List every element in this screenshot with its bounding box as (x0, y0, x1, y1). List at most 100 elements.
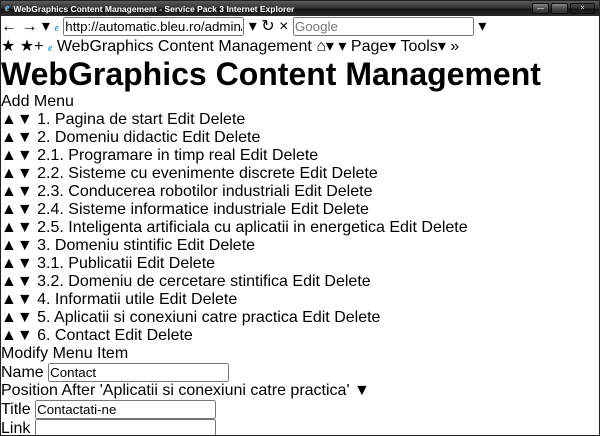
forward-button[interactable]: → (21, 18, 37, 35)
move-down-icon[interactable]: ▼ (17, 147, 33, 164)
edit-link[interactable]: Edit (291, 201, 319, 218)
move-down-icon[interactable]: ▼ (17, 129, 33, 146)
url-input[interactable] (63, 17, 244, 36)
move-down-icon[interactable]: ▼ (17, 111, 33, 128)
active-tab[interactable]: e WebGraphics Content Management (48, 38, 316, 55)
chevron-down-icon[interactable]: ▼ (354, 382, 370, 399)
edit-link[interactable]: Edit (137, 255, 165, 272)
move-down-icon[interactable]: ▼ (17, 273, 33, 290)
move-down-icon[interactable]: ▼ (17, 237, 33, 254)
move-down-icon[interactable]: ▼ (17, 309, 33, 326)
menu-item-link[interactable]: 2.4. Sisteme informatice industriale (37, 201, 286, 218)
name-field[interactable] (48, 363, 229, 382)
tools-menu-label[interactable]: Tools (400, 38, 437, 55)
address-dropdown-button[interactable]: ▾ (249, 18, 257, 35)
position-select[interactable]: After 'Aplicatii si conexiuni catre prac… (61, 382, 369, 399)
edit-link[interactable]: Edit (159, 291, 187, 308)
delete-link[interactable]: Delete (326, 183, 372, 200)
move-up-icon[interactable]: ▲ (1, 327, 17, 344)
tools-dropdown-icon[interactable]: ▾ (438, 38, 446, 55)
menu-item-link[interactable]: 2.2. Sisteme cu evenimente discrete (37, 165, 295, 182)
page-dropdown-icon[interactable]: ▾ (388, 38, 396, 55)
link-field[interactable] (35, 419, 216, 436)
delete-link[interactable]: Delete (147, 327, 193, 344)
favorites-star-icon[interactable]: ★ (1, 38, 15, 55)
close-button[interactable]: × (570, 3, 595, 14)
home-icon[interactable]: ⌂ (316, 38, 326, 55)
refresh-button[interactable]: ↻ (261, 18, 274, 35)
edit-link[interactable]: Edit (177, 237, 205, 254)
minimize-button[interactable]: — (532, 3, 549, 14)
move-up-icon[interactable]: ▲ (1, 273, 17, 290)
menu-item-link[interactable]: 2. Domeniu didactic (37, 129, 178, 146)
move-down-icon[interactable]: ▼ (17, 183, 33, 200)
move-down-icon[interactable]: ▼ (17, 219, 33, 236)
move-up-icon[interactable]: ▲ (1, 201, 17, 218)
move-up-icon[interactable]: ▲ (1, 219, 17, 236)
edit-link[interactable]: Edit (300, 165, 328, 182)
delete-link[interactable]: Delete (199, 111, 245, 128)
menu-item-link[interactable]: 1. Pagina de start (37, 111, 162, 128)
print-dropdown-icon[interactable]: ▾ (338, 38, 346, 55)
delete-link[interactable]: Delete (323, 201, 369, 218)
address-field[interactable]: e (54, 18, 248, 35)
move-up-icon[interactable]: ▲ (1, 291, 17, 308)
page-title[interactable]: WebGraphics Content Management (1, 56, 599, 93)
delete-link[interactable]: Delete (191, 291, 237, 308)
menu-item-link[interactable]: 6. Contact (37, 327, 110, 344)
search-input[interactable] (293, 17, 474, 36)
menu-panel: Add Menu ▲▼ 1. Pagina de start Edit Dele… (1, 93, 599, 345)
modify-menu-item-link[interactable]: Modify Menu Item (1, 345, 128, 362)
delete-link[interactable]: Delete (169, 255, 215, 272)
menu-item-link[interactable]: 2.3. Conducerea robotilor industriali (37, 183, 290, 200)
delete-link[interactable]: Delete (214, 129, 260, 146)
move-up-icon[interactable]: ▲ (1, 183, 17, 200)
back-button[interactable]: ← (1, 18, 17, 35)
add-favorite-icon[interactable]: ★+ (20, 38, 44, 55)
delete-link[interactable]: Delete (332, 165, 378, 182)
menu-item-link[interactable]: 3. Domeniu stintific (37, 237, 172, 254)
move-up-icon[interactable]: ▲ (1, 255, 17, 272)
move-up-icon[interactable]: ▲ (1, 237, 17, 254)
move-down-icon[interactable]: ▼ (17, 327, 33, 344)
edit-link[interactable]: Edit (240, 147, 268, 164)
move-up-icon[interactable]: ▲ (1, 165, 17, 182)
history-dropdown-icon[interactable]: ▾ (42, 18, 50, 35)
move-down-icon[interactable]: ▼ (17, 201, 33, 218)
move-down-icon[interactable]: ▼ (17, 165, 33, 182)
title-field[interactable] (35, 400, 216, 419)
move-up-icon[interactable]: ▲ (1, 129, 17, 146)
edit-link[interactable]: Edit (294, 183, 322, 200)
edit-link[interactable]: Edit (167, 111, 195, 128)
move-up-icon[interactable]: ▲ (1, 147, 17, 164)
menu-item-link[interactable]: 3.2. Domeniu de cercetare stintifica (37, 273, 288, 290)
menu-item-link[interactable]: 2.5. Inteligenta artificiala cu aplicati… (37, 219, 385, 236)
search-box[interactable]: ▾ (293, 18, 486, 35)
edit-link[interactable]: Edit (292, 273, 320, 290)
page-menu-label[interactable]: Page (351, 38, 388, 55)
restore-button[interactable] (551, 3, 568, 14)
stop-button[interactable]: × (279, 18, 288, 35)
menu-item-link[interactable]: 3.1. Publicatii (37, 255, 132, 272)
delete-link[interactable]: Delete (421, 219, 467, 236)
move-down-icon[interactable]: ▼ (17, 291, 33, 308)
menu-item-link[interactable]: 5. Aplicatii si conexiuni catre practica (37, 309, 298, 326)
edit-link[interactable]: Edit (389, 219, 417, 236)
menu-list: ▲▼ 1. Pagina de start Edit Delete ▲▼ 2. … (1, 111, 599, 345)
move-down-icon[interactable]: ▼ (17, 255, 33, 272)
delete-link[interactable]: Delete (272, 147, 318, 164)
delete-link[interactable]: Delete (324, 273, 370, 290)
add-menu-link[interactable]: Add Menu (1, 93, 74, 110)
move-up-icon[interactable]: ▲ (1, 111, 17, 128)
menu-item-link[interactable]: 2.1. Programare in timp real (37, 147, 235, 164)
search-options-icon[interactable]: ▾ (478, 18, 486, 35)
edit-link[interactable]: Edit (115, 327, 143, 344)
edit-link[interactable]: Edit (302, 309, 330, 326)
home-dropdown-icon[interactable]: ▾ (326, 38, 334, 55)
move-up-icon[interactable]: ▲ (1, 309, 17, 326)
toolbar-overflow-icon[interactable]: » (450, 38, 459, 55)
menu-item-link[interactable]: 4. Informatii utile (37, 291, 154, 308)
delete-link[interactable]: Delete (209, 237, 255, 254)
delete-link[interactable]: Delete (334, 309, 380, 326)
edit-link[interactable]: Edit (182, 129, 210, 146)
